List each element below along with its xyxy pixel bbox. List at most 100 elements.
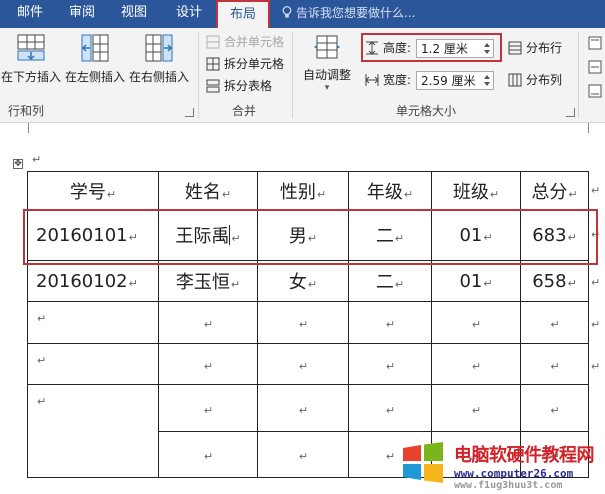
tell-me-search[interactable]: 告诉我您想要做什么... [282,0,415,28]
insert-right-button[interactable]: 在右侧插入 [128,32,190,85]
table-cell[interactable]: ↵ [520,301,589,344]
table-cell[interactable]: ↵ [431,384,521,432]
header-cell[interactable]: 姓名↵ [158,171,258,210]
distribute-columns-label: 分布列 [526,73,563,87]
table-cell[interactable]: ↵ [158,384,258,432]
table-cell[interactable]: ↵ [431,343,521,385]
autofit-icon [314,35,340,59]
tell-me-text: 告诉我您想要做什么... [296,6,416,20]
table-cell[interactable]: ↵ [27,301,159,344]
insert-left-button[interactable]: 在左侧插入 [64,32,126,85]
table-row: 20160102↵ 李玉恒↵ 女↵ 二↵ 01↵ 658↵ [27,260,589,302]
table-cell[interactable]: ↵ [158,431,258,478]
height-input[interactable]: 1.2 厘米 [416,39,494,58]
ribbon-tab-bar: 邮件 审阅 视图 设计 布局 告诉我您想要做什么... [0,0,605,29]
table-cell[interactable]: ↵ [348,301,432,344]
header-cell[interactable]: 学号↵ [27,171,159,210]
windows-logo-icon [403,442,443,483]
width-value: 2.59 厘米 [421,74,476,88]
height-value: 1.2 厘米 [421,42,468,56]
paragraph-mark: ↵ [32,153,42,166]
column-width-icon [365,74,379,86]
height-spinner-icon[interactable] [483,41,491,56]
insert-left-icon [81,34,109,62]
split-cells-icon [206,57,220,71]
watermark-url: www.computer26.com [454,467,574,480]
table-cell[interactable]: ↵ [257,343,349,385]
insert-right-icon [145,34,173,62]
tab-view[interactable]: 视图 [112,0,156,28]
table-row: ↵ ↵ ↵ ↵ ↵ ↵ [27,384,589,478]
group-separator [292,32,293,118]
table-row: ↵ ↵ ↵ ↵ ↵ ↵ [27,343,589,385]
table-cell[interactable]: ↵ [348,343,432,385]
merge-cells-icon [206,35,220,49]
margin-mark [28,123,29,133]
merge-cells-label: 合并单元格 [224,35,285,49]
watermark-title: 电脑软硬件教程网 [454,445,595,466]
align-middle-icon[interactable] [588,60,602,74]
row-end-mark: ↵ [591,360,601,373]
table-cell[interactable]: 658↵ [520,260,589,302]
header-cell[interactable]: 性别↵ [257,171,349,210]
table-cell[interactable]: ↵ [520,343,589,385]
header-cell[interactable]: 总分↵ [520,171,589,210]
split-cells-label: 拆分单元格 [224,57,285,71]
ribbon: 在下方插入 在左侧插入 在右侧插入 行和列 合并单元格 拆分单元格 拆分表格 合… [0,28,605,123]
table-cell[interactable]: 二↵ [348,260,432,302]
tab-layout[interactable]: 布局 [216,0,270,29]
width-label: 宽度: [365,70,411,90]
split-table-button[interactable]: 拆分表格 [206,76,272,96]
table-cell[interactable]: ↵ [257,431,349,478]
distribute-columns-icon [508,73,522,87]
table-cell[interactable]: 01↵ [431,260,521,302]
table-cell[interactable]: ↵ [348,384,432,432]
watermark: 电脑软硬件教程网 www.computer26.com www.f1ug3huu… [398,436,605,494]
insert-right-label: 在右侧插入 [128,70,189,84]
row-end-mark: ↵ [591,276,601,289]
table-move-handle-icon[interactable]: ✥ [13,159,23,169]
cell-size-launcher-icon[interactable] [566,108,575,117]
table-cell[interactable]: ↵ [158,343,258,385]
tab-design[interactable]: 设计 [166,0,212,28]
group-label-cell-size: 单元格大小 [396,104,457,118]
group-label-merge: 合并 [232,104,257,118]
insert-left-label: 在左侧插入 [64,70,125,84]
table-cell[interactable]: ↵ [520,384,589,432]
table-cell[interactable]: ↵ [158,301,258,344]
table-cell[interactable]: ↵ [257,384,349,432]
split-cells-button[interactable]: 拆分单元格 [206,54,284,74]
distribute-columns-button[interactable]: 分布列 [508,70,562,90]
distribute-rows-button[interactable]: 分布行 [508,38,562,58]
header-cell[interactable]: 班级↵ [431,171,521,210]
tab-mailings[interactable]: 邮件 [8,0,52,28]
tab-review[interactable]: 审阅 [60,0,104,28]
merged-table-cell[interactable]: ↵ [27,384,159,478]
align-top-icon[interactable] [588,36,602,50]
distribute-rows-label: 分布行 [526,41,563,55]
insert-below-button[interactable]: 在下方插入 [0,32,62,85]
table-cell[interactable]: 李玉恒↵ [158,260,258,302]
group-separator [198,32,199,118]
rows-cols-launcher-icon[interactable] [185,108,194,117]
autofit-label: 自动调整 [302,68,351,82]
autofit-button[interactable]: 自动调整 ▾ [298,32,356,93]
table-cell[interactable]: ↵ [257,301,349,344]
insert-below-label: 在下方插入 [0,70,61,84]
autofit-dropdown-icon: ▾ [324,83,330,93]
table-cell[interactable]: ↵ [27,343,159,385]
width-spinner-icon[interactable] [483,73,491,88]
table-cell[interactable]: 女↵ [257,260,349,302]
group-label-rows-cols: 行和列 [8,104,45,118]
table-row: ↵ ↵ ↵ ↵ ↵ ↵ [27,301,589,344]
lightbulb-icon [282,6,292,18]
header-cell[interactable]: 年级↵ [348,171,432,210]
row-end-mark: ↵ [591,318,601,331]
merge-cells-button[interactable]: 合并单元格 [206,32,284,52]
table-cell[interactable]: 20160102↵ [27,260,159,302]
width-input[interactable]: 2.59 厘米 [416,71,494,90]
align-bottom-icon[interactable] [588,84,602,98]
height-label: 高度: [365,38,411,58]
table-cell[interactable]: ↵ [431,301,521,344]
group-separator [578,32,579,118]
